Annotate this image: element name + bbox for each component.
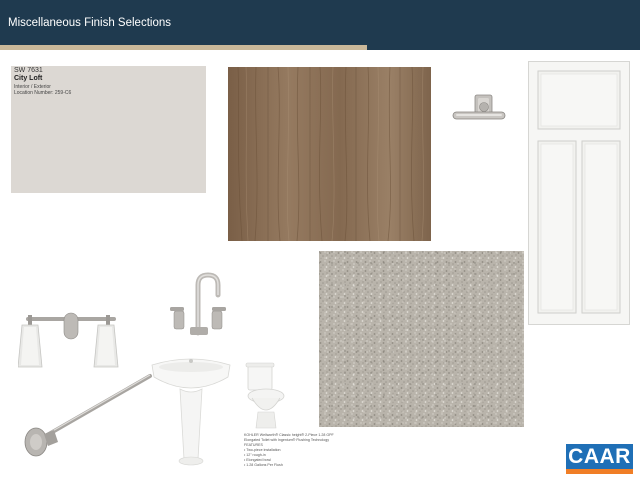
paint-name: City Loft: [14, 75, 43, 82]
header-accent-bar: [0, 45, 367, 50]
carpet-sample-image: [319, 251, 524, 427]
logo-text: CAAR: [568, 445, 631, 468]
paint-swatch: SW 7631 City Loft Interior / Exterior Lo…: [11, 66, 206, 193]
logo-accent-stripe: [566, 469, 633, 474]
wood-flooring-image: [228, 67, 431, 241]
header-bar: Miscellaneous Finish Selections: [0, 0, 640, 50]
page-title: Miscellaneous Finish Selections: [8, 17, 171, 29]
interior-door-image: [528, 61, 630, 325]
towel-bar-image: [22, 372, 154, 458]
pedestal-sink-image: [150, 355, 232, 470]
door-lever-handle-image: [450, 93, 510, 129]
bathroom-faucet-image: [166, 271, 230, 337]
paint-code: SW 7631: [14, 67, 43, 74]
toilet-image: [244, 362, 288, 430]
vanity-light-fixture-image: [17, 305, 126, 371]
paint-location: Location Number: 259-C6: [14, 90, 72, 96]
toilet-spec-notes: KOHLER Wellworth® Classic height® 2-Piec…: [244, 433, 354, 468]
caar-logo: CAAR: [566, 444, 633, 474]
note-line: • 1.28 Gallons Per Flush: [244, 463, 283, 467]
